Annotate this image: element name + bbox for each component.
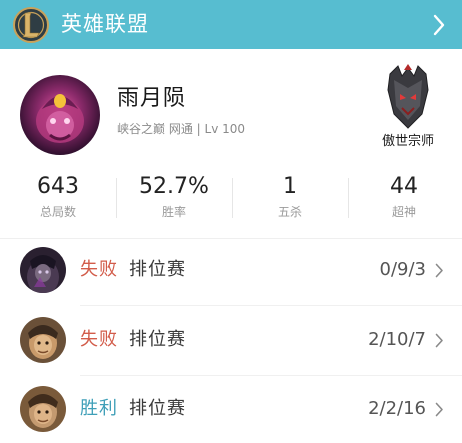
stat-label: 胜率 <box>161 205 186 219</box>
stat-value: 52.7% <box>139 174 209 199</box>
match-row[interactable]: 失败 排位赛 2/10/7 <box>0 309 462 373</box>
stat-label: 超神 <box>391 205 416 219</box>
champion-portrait-icon <box>20 317 66 363</box>
match-mode: 排位赛 <box>129 398 186 419</box>
stat-total-games[interactable]: 643 总局数 <box>0 170 116 228</box>
divider <box>80 375 462 376</box>
chevron-right-icon <box>435 263 443 278</box>
stat-legendary[interactable]: 44 超神 <box>346 170 462 228</box>
stat-value: 643 <box>37 174 79 199</box>
chevron-right-icon <box>435 402 443 417</box>
champion-portrait-icon <box>20 386 66 432</box>
player-avatar[interactable] <box>20 75 100 155</box>
stat-value: 44 <box>390 174 418 199</box>
meta-separator: | <box>196 122 201 136</box>
champion-avatar-icon <box>20 75 100 155</box>
app-root: 英雄联盟 雨月陨 峡谷之巅 网通 | Lv 100 傲世宗师 643 总局数 5… <box>0 0 462 443</box>
chevron-right-icon <box>435 333 443 348</box>
grandmaster-emblem-icon[interactable] <box>378 64 438 134</box>
match-kda: 2/2/16 <box>368 398 426 419</box>
chevron-right-icon[interactable] <box>432 13 446 37</box>
server-name: 峡谷之巅 网通 <box>117 122 193 136</box>
app-title: 英雄联盟 <box>61 12 149 36</box>
match-result: 失败 <box>80 329 118 350</box>
stat-label: 五杀 <box>277 205 302 219</box>
champion-portrait-icon <box>20 247 66 293</box>
match-row[interactable]: 胜利 排位赛 2/2/16 <box>0 378 462 442</box>
stat-label: 总局数 <box>39 205 76 219</box>
champion-avatar <box>20 386 66 432</box>
lol-logo-icon <box>13 7 49 43</box>
match-mode: 排位赛 <box>129 329 186 350</box>
stat-value: 1 <box>283 174 297 199</box>
player-level: Lv 100 <box>204 122 246 136</box>
match-result: 失败 <box>80 259 118 280</box>
rank-name: 傲世宗师 <box>381 134 434 149</box>
stats-row: 643 总局数 52.7% 胜率 1 五杀 44 超神 <box>0 170 462 228</box>
player-meta: 峡谷之巅 网通 | Lv 100 <box>117 121 245 137</box>
match-result: 胜利 <box>80 398 118 419</box>
divider <box>80 305 462 306</box>
match-row[interactable]: 失败 排位赛 0/9/3 <box>0 239 462 303</box>
app-header[interactable]: 英雄联盟 <box>0 0 462 49</box>
match-kda: 2/10/7 <box>368 329 426 350</box>
stat-win-rate[interactable]: 52.7% 胜率 <box>116 170 232 228</box>
champion-avatar <box>20 317 66 363</box>
player-name: 雨月陨 <box>117 86 187 111</box>
match-mode: 排位赛 <box>129 259 186 280</box>
match-kda: 0/9/3 <box>379 259 427 280</box>
stat-penta-kills[interactable]: 1 五杀 <box>232 170 348 228</box>
champion-avatar <box>20 247 66 293</box>
